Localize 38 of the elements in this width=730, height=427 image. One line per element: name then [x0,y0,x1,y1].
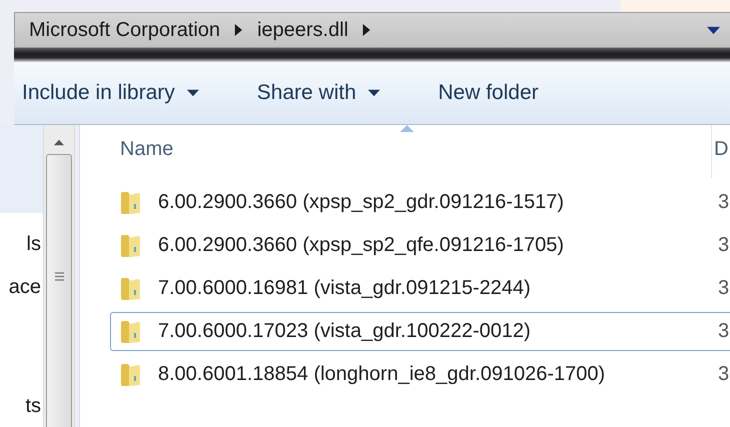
grip-icon [54,272,64,280]
folder-icon [120,190,141,214]
table-cell: 3 [718,320,730,343]
scrollbar[interactable] [43,125,75,427]
file-name: 8.00.6001.18854 (longhorn_ie8_gdr.091026-1700) [158,363,606,386]
nav-item[interactable]: ls [0,233,43,256]
toolbar-button[interactable]: New folder [438,77,539,109]
file-row[interactable]: 7.00.6000.17023 (vista_gdr.100222-0012) 3 [110,312,730,351]
file-name: 6.00.2900.3660 (xpsp_sp2_qfe.091216-1705) [158,234,565,257]
table-cell: 3 [718,277,730,300]
folder-icon [120,276,141,300]
table-cell: 3 [718,191,730,214]
file-name: 7.00.6000.16981 (vista_gdr.091215-2244) [158,277,532,300]
table-cell: 3 [718,234,730,257]
address-bar[interactable]: Microsoft Corporation iepeers.dll [14,12,730,48]
table-cell: 3 [718,363,730,386]
scroll-thumb[interactable] [46,154,72,427]
toolbar-button[interactable]: Share with [256,77,380,109]
nav-item[interactable]: ace [0,276,43,299]
file-row[interactable]: 6.00.2900.3660 (xpsp_sp2_gdr.091216-1517) 3 [110,183,730,222]
file-row[interactable]: 8.00.6001.18854 (longhorn_ie8_gdr.091026-1700) 3 [110,355,730,394]
file-row[interactable]: 6.00.2900.3660 (xpsp_sp2_qfe.091216-1705) 3 [110,226,730,265]
file-row[interactable]: 7.00.6000.16981 (vista_gdr.091215-2244) 3 [110,269,730,308]
file-name: 6.00.2900.3660 (xpsp_sp2_gdr.091216-1517) [158,191,565,214]
nav-item[interactable]: ts [0,395,43,418]
column-header[interactable]: D [711,125,728,178]
dropdown-icon [707,26,720,34]
file-name: 7.00.6000.17023 (vista_gdr.100222-0012) [158,320,532,343]
folder-icon [120,320,141,344]
breadcrumb[interactable]: iepeers.dll [257,18,348,42]
folder-icon [120,234,141,258]
chevron-icon [234,24,244,36]
folder-icon [120,362,141,386]
toolbar-button[interactable]: Include in library [22,77,199,109]
column-header[interactable]: Name [120,125,711,161]
scroll-up-icon [54,139,64,146]
breadcrumb[interactable]: Microsoft Corporation [29,18,220,42]
chevron-icon [362,24,372,36]
